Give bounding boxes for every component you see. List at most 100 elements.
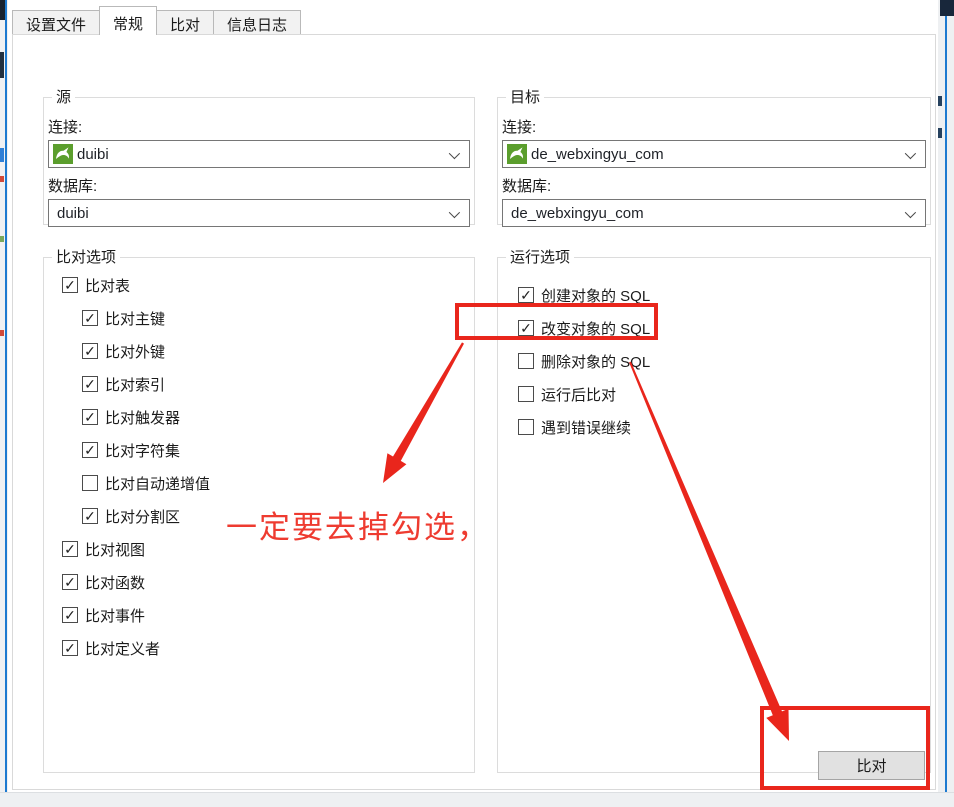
checkbox-checked[interactable]: ✓	[62, 541, 78, 557]
checkbox-checked[interactable]: ✓	[518, 320, 534, 336]
target-group-title: 目标	[506, 88, 544, 107]
checkbox-label: 比对分割区	[105, 506, 180, 527]
mysql-connection-icon	[507, 144, 527, 164]
source-database-label: 数据库:	[48, 175, 474, 196]
checkbox-unchecked[interactable]	[518, 386, 534, 402]
run-options-list: ✓ 创建对象的 SQL ✓ 改变对象的 SQL 删除对象的 SQL 运行后比对遇到错误继续	[498, 284, 930, 438]
checkbox-checked[interactable]: ✓	[82, 343, 98, 359]
compare-options-groupbox: 比对选项 ✓比对表✓比对主键✓比对外键✓比对索引✓比对触发器✓比对字符集比对自动…	[43, 257, 475, 773]
tab-2[interactable]: 比对	[156, 10, 214, 34]
chevron-down-icon	[905, 148, 916, 159]
left-edge-dark-block	[0, 0, 5, 20]
checkbox-row: ✓ 比对定义者	[62, 637, 474, 659]
checkbox-unchecked[interactable]	[82, 475, 98, 491]
checkbox-label: 比对表	[85, 275, 130, 296]
checkbox-row: ✓ 创建对象的 SQL	[518, 284, 930, 306]
left-edge-mark	[0, 148, 4, 162]
tab-page-general: 源 连接: duibi 数据库: duibi 目标 连接:	[12, 34, 936, 790]
checkbox-label: 比对字符集	[105, 440, 180, 461]
checkbox-row: ✓ 比对索引	[82, 373, 474, 395]
checkbox-label: 删除对象的 SQL	[541, 351, 650, 372]
chevron-down-icon	[449, 207, 460, 218]
checkbox-row: ✓ 比对表	[62, 274, 474, 296]
left-edge-mark	[0, 330, 4, 336]
chevron-down-icon	[905, 207, 916, 218]
mysql-connection-icon	[53, 144, 73, 164]
compare-button[interactable]: 比对	[818, 751, 925, 780]
database-compare-dialog: 设置文件常规比对信息日志 源 连接: duibi 数据库: duibi 目标	[0, 0, 954, 807]
source-connection-label: 连接:	[48, 116, 474, 137]
checkbox-row: ✓ 比对分割区	[82, 505, 474, 527]
checkbox-checked[interactable]: ✓	[82, 508, 98, 524]
checkbox-row: 运行后比对	[518, 383, 930, 405]
target-connection-label: 连接:	[502, 116, 930, 137]
checkbox-checked[interactable]: ✓	[62, 277, 78, 293]
compare-options-list: ✓ 比对表 ✓ 比对主键 ✓ 比对外键 ✓ 比对索引 ✓ 比对触发器 ✓ 比对字符集比对自动递增值 ✓ 比…	[44, 274, 474, 659]
checkbox-label: 遇到错误继续	[541, 417, 631, 438]
checkbox-row: ✓ 比对视图	[62, 538, 474, 560]
checkbox-row: 比对自动递增值	[82, 472, 474, 494]
checkbox-checked[interactable]: ✓	[518, 287, 534, 303]
checkbox-checked[interactable]: ✓	[82, 409, 98, 425]
checkbox-checked[interactable]: ✓	[62, 574, 78, 590]
checkbox-label: 运行后比对	[541, 384, 616, 405]
checkbox-row: ✓ 比对事件	[62, 604, 474, 626]
checkbox-row: ✓ 比对外键	[82, 340, 474, 362]
checkbox-checked[interactable]: ✓	[82, 376, 98, 392]
checkbox-checked[interactable]: ✓	[82, 310, 98, 326]
source-group-title: 源	[52, 88, 75, 107]
target-connection-value: de_webxingyu_com	[531, 146, 664, 163]
checkbox-label: 比对触发器	[105, 407, 180, 428]
background-right-edge	[938, 0, 954, 792]
checkbox-row: ✓ 比对函数	[62, 571, 474, 593]
checkbox-label: 比对定义者	[85, 638, 160, 659]
left-edge-blue-line	[5, 0, 7, 792]
checkbox-row: ✓ 比对字符集	[82, 439, 474, 461]
checkbox-label: 改变对象的 SQL	[541, 318, 650, 339]
tab-0[interactable]: 设置文件	[12, 10, 100, 34]
checkbox-checked[interactable]: ✓	[62, 640, 78, 656]
source-connection-value: duibi	[77, 146, 109, 163]
checkbox-checked[interactable]: ✓	[62, 607, 78, 623]
checkbox-label: 比对函数	[85, 572, 145, 593]
left-edge-mark	[0, 236, 4, 242]
background-left-edge	[0, 0, 8, 792]
tab-3[interactable]: 信息日志	[213, 10, 301, 34]
right-edge-mark	[938, 128, 942, 138]
left-edge-mark	[0, 52, 4, 78]
checkbox-unchecked[interactable]	[518, 353, 534, 369]
checkbox-label: 创建对象的 SQL	[541, 285, 650, 306]
checkbox-row: 遇到错误继续	[518, 416, 930, 438]
checkbox-checked[interactable]: ✓	[82, 442, 98, 458]
run-options-title: 运行选项	[506, 248, 574, 267]
checkbox-unchecked[interactable]	[518, 419, 534, 435]
run-options-groupbox: 运行选项 ✓创建对象的 SQL✓改变对象的 SQL删除对象的 SQL运行后比对遇…	[497, 257, 931, 773]
tab-bar: 设置文件常规比对信息日志	[12, 6, 300, 34]
source-connection-select[interactable]: duibi	[48, 140, 470, 168]
source-database-select[interactable]: duibi	[48, 199, 470, 227]
right-edge-blue-line	[945, 0, 947, 792]
checkbox-label: 比对事件	[85, 605, 145, 626]
target-connection-select[interactable]: de_webxingyu_com	[502, 140, 926, 168]
source-groupbox: 源 连接: duibi 数据库: duibi	[43, 97, 475, 225]
checkbox-label: 比对自动递增值	[105, 473, 210, 494]
target-groupbox: 目标 连接: de_webxingyu_com 数据库: de_webxingy…	[497, 97, 931, 225]
checkbox-row: ✓ 比对触发器	[82, 406, 474, 428]
checkbox-label: 比对视图	[85, 539, 145, 560]
checkbox-label: 比对索引	[105, 374, 165, 395]
checkbox-row: 删除对象的 SQL	[518, 350, 930, 372]
checkbox-label: 比对主键	[105, 308, 165, 329]
bottom-bar	[0, 792, 954, 807]
checkbox-label: 比对外键	[105, 341, 165, 362]
left-edge-mark	[0, 176, 4, 182]
source-database-value: duibi	[57, 205, 89, 222]
right-edge-mark	[938, 96, 942, 106]
target-database-select[interactable]: de_webxingyu_com	[502, 199, 926, 227]
checkbox-row: ✓ 改变对象的 SQL	[518, 317, 930, 339]
target-database-value: de_webxingyu_com	[511, 205, 644, 222]
right-edge-dark-block	[940, 0, 954, 16]
target-database-label: 数据库:	[502, 175, 930, 196]
compare-options-title: 比对选项	[52, 248, 120, 267]
tab-1[interactable]: 常规	[99, 6, 157, 35]
chevron-down-icon	[449, 148, 460, 159]
